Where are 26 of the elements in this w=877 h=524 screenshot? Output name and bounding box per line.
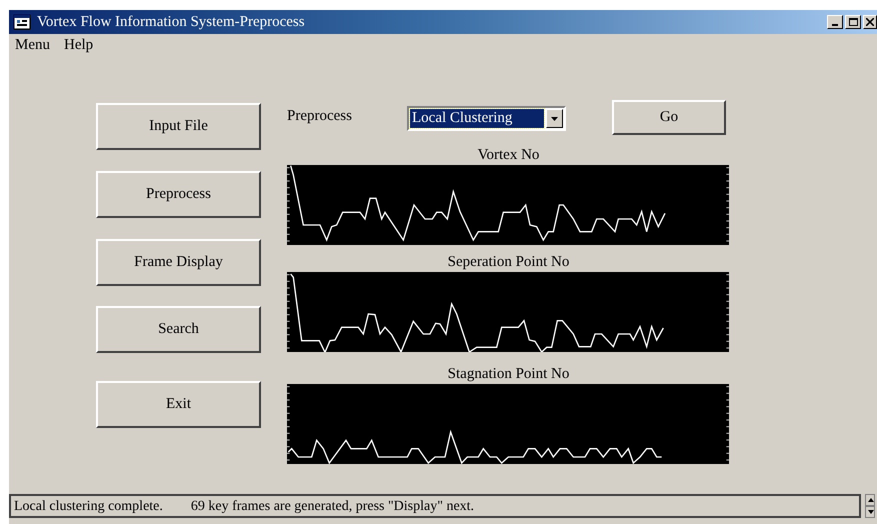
- maximize-icon: [848, 18, 858, 26]
- menu-item[interactable]: Help: [64, 34, 94, 56]
- side-button[interactable]: Frame Display: [96, 239, 261, 286]
- minimize-button[interactable]: [827, 15, 843, 29]
- window-icon: [13, 14, 31, 30]
- close-icon: [866, 18, 874, 26]
- maximize-button[interactable]: [845, 15, 861, 29]
- minimize-icon: [832, 24, 838, 26]
- menu-item[interactable]: Menu: [15, 34, 50, 56]
- go-button[interactable]: Go: [612, 100, 726, 135]
- close-button[interactable]: [863, 15, 877, 29]
- side-button[interactable]: Exit: [96, 381, 261, 428]
- dropdown-value: Local Clustering: [410, 109, 544, 128]
- dropdown-arrow-button[interactable]: [546, 109, 563, 128]
- window-title: Vortex Flow Information System-Preprocess: [37, 14, 305, 30]
- status-detail: 69 key frames are generated, press "Display" next.: [190, 498, 474, 516]
- preprocess-label: Preprocess: [287, 107, 353, 126]
- chart-title: Stagnation Point No: [448, 366, 570, 382]
- chart-title: Vortex No: [478, 147, 540, 163]
- side-button[interactable]: Input File: [96, 103, 261, 150]
- chart-title: Seperation Point No: [448, 254, 570, 270]
- dropdown[interactable]: Local Clustering: [407, 106, 566, 131]
- side-button[interactable]: Search: [96, 306, 261, 353]
- side-button[interactable]: Preprocess: [96, 171, 261, 218]
- caret-icon: [551, 116, 558, 120]
- status-message: Local clustering complete.: [14, 498, 163, 516]
